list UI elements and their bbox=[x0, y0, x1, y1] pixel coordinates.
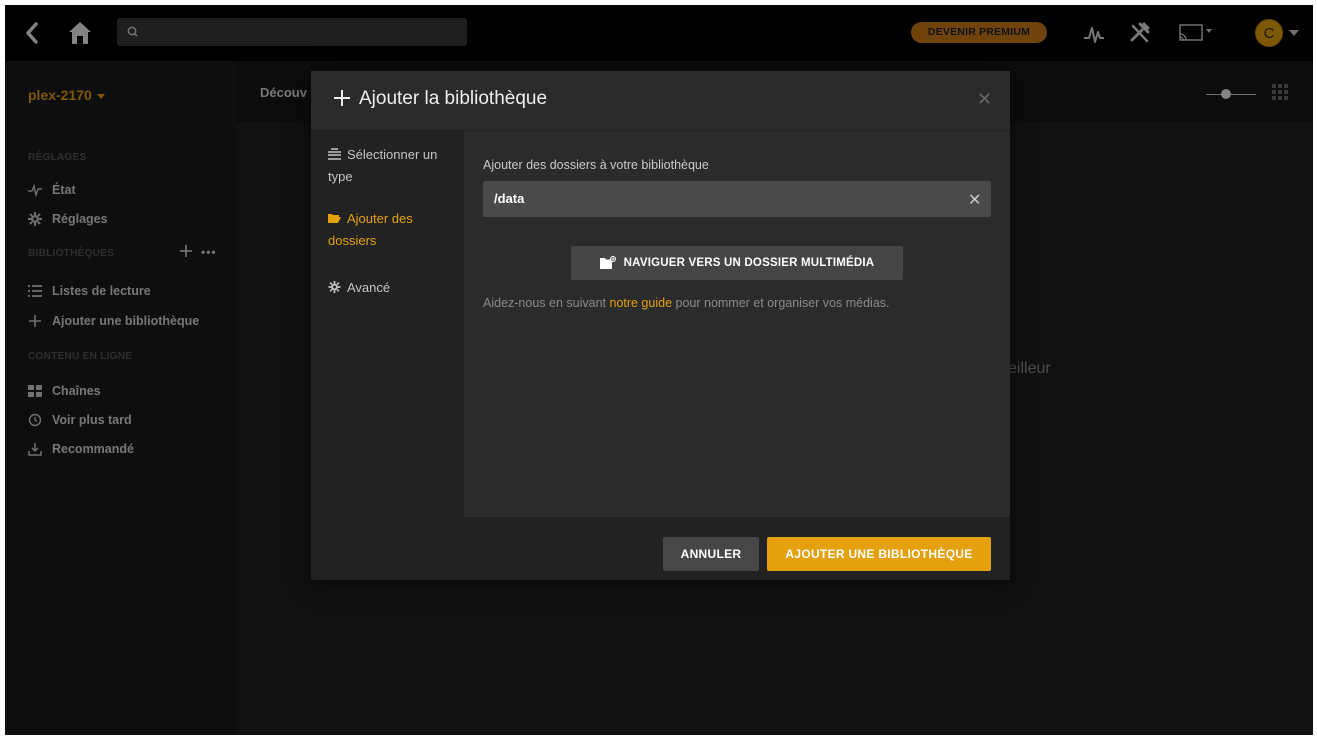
guide-link[interactable]: notre guide bbox=[609, 296, 672, 310]
folder-open-icon bbox=[328, 209, 341, 223]
list-icon bbox=[328, 145, 341, 160]
step-label: Avancé bbox=[347, 280, 391, 295]
folder-add-icon bbox=[599, 256, 616, 270]
folders-label: Ajouter des dossiers à votre bibliothèqu… bbox=[483, 158, 709, 172]
cancel-button[interactable]: ANNULER bbox=[663, 537, 759, 571]
browse-folder-button[interactable]: NAVIGUER VERS UN DOSSIER MULTIMÉDIA bbox=[571, 246, 903, 280]
add-library-button[interactable]: AJOUTER UNE BIBLIOTHÈQUE bbox=[767, 537, 991, 571]
help-suffix: pour nommer et organiser vos médias. bbox=[672, 296, 890, 310]
close-icon[interactable]: ✕ bbox=[977, 89, 992, 110]
app-window: DEVENIR PREMIUM C plex-2170 RÉGLAGES Éta… bbox=[5, 5, 1313, 735]
dialog-body: Ajouter des dossiers à votre bibliothèqu… bbox=[464, 131, 1010, 517]
help-prefix: Aidez-nous en suivant bbox=[483, 296, 610, 310]
clear-icon[interactable]: ✕ bbox=[968, 190, 981, 210]
dialog-footer: ANNULER AJOUTER UNE BIBLIOTHÈQUE bbox=[311, 517, 1010, 580]
dialog-header: Ajouter la bibliothèque ✕ bbox=[311, 71, 1010, 131]
plus-icon bbox=[333, 89, 351, 107]
step-select-type[interactable]: Sélectionner un type bbox=[328, 144, 452, 188]
step-advanced[interactable]: Avancé bbox=[328, 277, 452, 299]
add-library-dialog: Ajouter la bibliothèque ✕ Sélectionner u… bbox=[311, 71, 1010, 580]
step-label: Sélectionner un type bbox=[328, 147, 438, 184]
folder-path-input[interactable] bbox=[483, 181, 991, 217]
dialog-title: Ajouter la bibliothèque bbox=[359, 88, 548, 109]
browse-label: NAVIGUER VERS UN DOSSIER MULTIMÉDIA bbox=[623, 257, 875, 269]
help-text: Aidez-nous en suivant notre guide pour n… bbox=[483, 296, 890, 310]
step-add-folders[interactable]: Ajouter des dossiers bbox=[328, 208, 452, 252]
gear-icon bbox=[328, 278, 341, 293]
dialog-steps: Sélectionner un type Ajouter des dossier… bbox=[311, 131, 464, 517]
